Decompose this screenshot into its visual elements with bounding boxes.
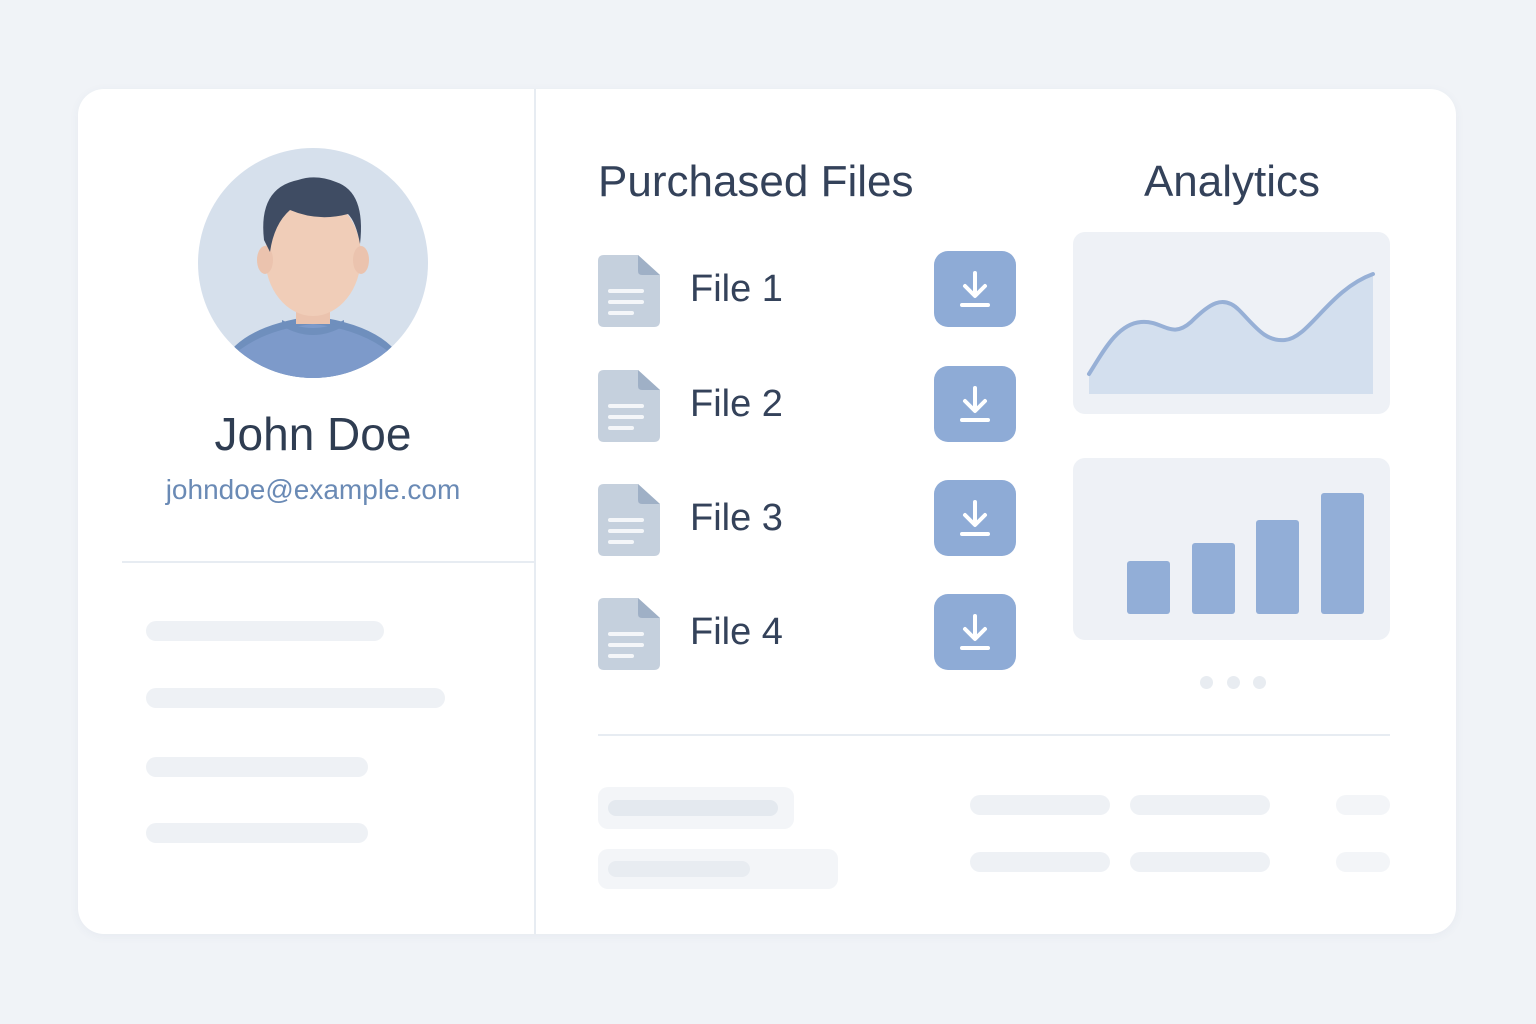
download-button[interactable]	[934, 251, 1016, 327]
download-icon	[960, 500, 990, 536]
profile-name: John Doe	[214, 408, 412, 460]
bar-chart-panel	[1073, 458, 1390, 640]
content-divider	[598, 734, 1390, 736]
profile-divider	[122, 561, 534, 563]
vertical-divider	[534, 89, 536, 934]
file-row: File 3	[598, 480, 1018, 558]
placeholder-line	[608, 861, 750, 877]
placeholder-line	[1336, 795, 1390, 815]
bar	[1192, 543, 1235, 614]
carousel-dot[interactable]	[1253, 676, 1266, 689]
document-icon	[598, 255, 660, 327]
line-chart	[1087, 272, 1375, 394]
download-button[interactable]	[934, 480, 1016, 556]
file-name[interactable]: File 2	[690, 380, 783, 428]
file-name[interactable]: File 3	[690, 494, 783, 542]
carousel-dot[interactable]	[1227, 676, 1240, 689]
line-chart-area	[1089, 274, 1373, 394]
placeholder-line	[608, 800, 778, 816]
placeholder-line	[146, 688, 445, 708]
placeholder-line	[146, 823, 368, 843]
carousel-dot[interactable]	[1200, 676, 1213, 689]
document-icon	[598, 370, 660, 442]
analytics-title: Analytics	[1143, 157, 1321, 206]
placeholder-line	[1336, 852, 1390, 872]
file-name[interactable]: File 4	[690, 608, 783, 656]
placeholder-line	[970, 852, 1110, 872]
download-icon	[960, 386, 990, 422]
file-row: File 1	[598, 251, 1018, 329]
download-icon	[960, 614, 990, 650]
placeholder-line	[146, 757, 368, 777]
placeholder-line	[146, 621, 384, 641]
file-row: File 2	[598, 366, 1018, 444]
placeholder-line	[970, 795, 1110, 815]
file-row: File 4	[598, 594, 1018, 672]
document-icon	[598, 484, 660, 556]
document-icon	[598, 598, 660, 670]
bar	[1256, 520, 1299, 614]
purchased-files-title: Purchased Files	[598, 157, 914, 206]
file-name[interactable]: File 1	[690, 265, 783, 313]
placeholder-line	[1130, 852, 1270, 872]
placeholder-line	[1130, 795, 1270, 815]
bar	[1127, 561, 1170, 614]
download-icon	[960, 271, 990, 307]
download-button[interactable]	[934, 366, 1016, 442]
bar-chart	[1127, 493, 1364, 614]
avatar	[198, 148, 428, 378]
download-button[interactable]	[934, 594, 1016, 670]
profile-email[interactable]: johndoe@example.com	[100, 472, 526, 508]
carousel-pagination	[1200, 676, 1270, 690]
line-chart-panel	[1073, 232, 1390, 414]
bar	[1321, 493, 1364, 614]
